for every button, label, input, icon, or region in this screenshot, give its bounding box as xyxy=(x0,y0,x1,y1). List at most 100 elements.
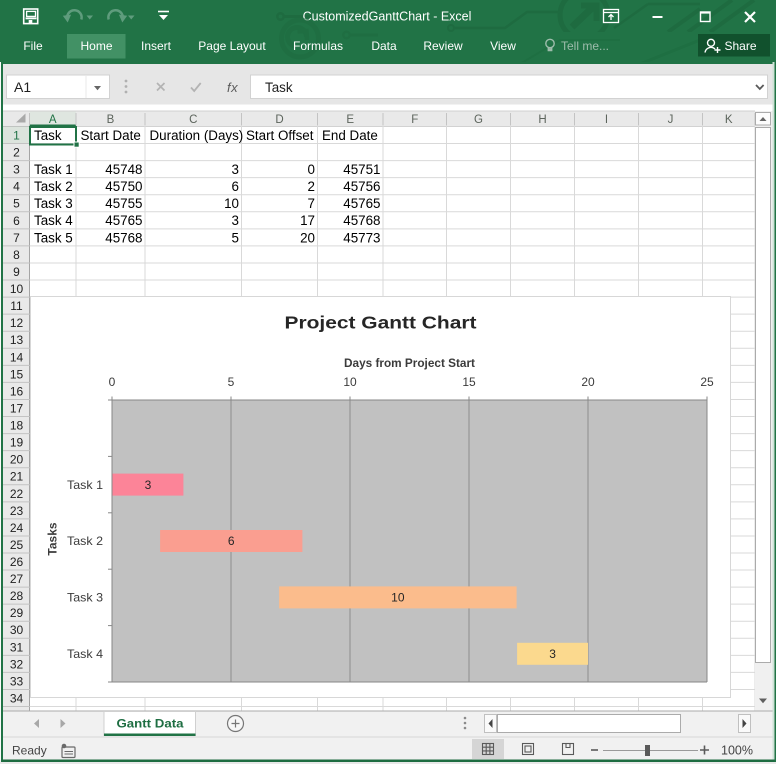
svg-text:6: 6 xyxy=(13,214,20,228)
svg-text:Task: Task xyxy=(265,80,293,95)
svg-text:B: B xyxy=(107,114,115,126)
svg-text:3: 3 xyxy=(13,163,20,177)
svg-text:C: C xyxy=(189,114,197,126)
svg-text:27: 27 xyxy=(10,572,24,586)
svg-text:File: File xyxy=(23,39,43,53)
svg-text:45748: 45748 xyxy=(105,162,142,177)
svg-text:6: 6 xyxy=(228,534,235,548)
svg-text:Gantt Data: Gantt Data xyxy=(117,717,184,731)
svg-text:2: 2 xyxy=(308,179,315,194)
svg-text:Task 3: Task 3 xyxy=(34,196,73,211)
svg-text:5: 5 xyxy=(13,197,20,211)
svg-text:9: 9 xyxy=(13,265,20,279)
svg-text:Review: Review xyxy=(423,39,463,53)
svg-text:4: 4 xyxy=(13,180,20,194)
svg-text:16: 16 xyxy=(10,384,24,398)
svg-text:11: 11 xyxy=(10,299,23,313)
svg-text:0: 0 xyxy=(308,162,315,177)
svg-text:3: 3 xyxy=(549,647,556,661)
svg-text:Formulas: Formulas xyxy=(293,39,343,53)
svg-text:21: 21 xyxy=(10,470,24,484)
svg-text:23: 23 xyxy=(10,504,24,518)
svg-text:I: I xyxy=(605,114,608,126)
svg-text:10: 10 xyxy=(391,591,405,605)
svg-text:28: 28 xyxy=(10,589,24,603)
svg-text:Task 4: Task 4 xyxy=(67,647,103,661)
svg-text:A: A xyxy=(49,114,57,126)
svg-text:31: 31 xyxy=(10,640,24,654)
svg-text:45751: 45751 xyxy=(343,162,380,177)
svg-text:45755: 45755 xyxy=(105,196,142,211)
svg-text:Home: Home xyxy=(80,39,112,53)
svg-text:Task 1: Task 1 xyxy=(67,478,103,492)
svg-text:5: 5 xyxy=(228,375,235,389)
svg-text:10: 10 xyxy=(10,282,24,296)
svg-text:45768: 45768 xyxy=(343,213,380,228)
svg-text:J: J xyxy=(668,114,674,126)
svg-text:fx: fx xyxy=(227,80,238,95)
svg-text:45773: 45773 xyxy=(343,230,380,245)
svg-text:Task 3: Task 3 xyxy=(67,591,103,605)
svg-text:Data: Data xyxy=(371,39,397,53)
svg-text:5: 5 xyxy=(232,230,239,245)
svg-text:G: G xyxy=(474,114,483,126)
svg-text:20: 20 xyxy=(581,375,595,389)
svg-text:View: View xyxy=(490,39,516,53)
svg-text:6: 6 xyxy=(232,179,239,194)
svg-text:Task 2: Task 2 xyxy=(67,534,103,548)
svg-text:26: 26 xyxy=(10,555,24,569)
svg-text:25: 25 xyxy=(10,538,24,552)
svg-text:0: 0 xyxy=(109,375,116,389)
svg-text:Share: Share xyxy=(725,39,757,53)
svg-text:3: 3 xyxy=(232,162,239,177)
svg-text:Tell me...: Tell me... xyxy=(561,39,609,53)
svg-text:2: 2 xyxy=(13,146,20,160)
svg-text:F: F xyxy=(411,114,418,126)
svg-text:13: 13 xyxy=(10,333,24,347)
svg-text:Start Date: Start Date xyxy=(81,128,141,143)
svg-text:K: K xyxy=(725,114,733,126)
svg-text:45768: 45768 xyxy=(105,230,142,245)
svg-text:Task: Task xyxy=(34,128,62,143)
svg-text:45756: 45756 xyxy=(343,179,380,194)
svg-text:3: 3 xyxy=(145,478,152,492)
svg-text:20: 20 xyxy=(300,230,315,245)
svg-text:Task 5: Task 5 xyxy=(34,230,73,245)
svg-text:8: 8 xyxy=(13,248,20,262)
svg-text:Page Layout: Page Layout xyxy=(198,39,266,53)
svg-text:Task 2: Task 2 xyxy=(34,179,73,194)
svg-text:Duration (Days): Duration (Days) xyxy=(150,128,244,143)
svg-text:10: 10 xyxy=(224,196,239,211)
svg-text:33: 33 xyxy=(10,674,24,688)
svg-text:CustomizedGanttChart - Excel: CustomizedGanttChart - Excel xyxy=(303,10,472,24)
svg-text:15: 15 xyxy=(10,367,24,381)
svg-text:19: 19 xyxy=(10,436,24,450)
svg-text:Ready: Ready xyxy=(12,744,47,758)
svg-text:45765: 45765 xyxy=(343,196,380,211)
svg-text:12: 12 xyxy=(10,316,24,330)
svg-text:A1: A1 xyxy=(14,79,31,95)
svg-text:24: 24 xyxy=(10,521,24,535)
svg-text:Insert: Insert xyxy=(141,39,172,53)
svg-text:30: 30 xyxy=(10,623,24,637)
svg-text:15: 15 xyxy=(462,375,476,389)
svg-text:Tasks: Tasks xyxy=(46,522,60,555)
svg-text:17: 17 xyxy=(300,213,315,228)
svg-text:7: 7 xyxy=(13,231,20,245)
svg-text:Task 1: Task 1 xyxy=(34,162,73,177)
svg-text:29: 29 xyxy=(10,606,24,620)
svg-text:100%: 100% xyxy=(721,744,753,758)
svg-text:34: 34 xyxy=(10,691,24,705)
svg-text:1: 1 xyxy=(13,129,20,143)
svg-text:Task 4: Task 4 xyxy=(34,213,73,228)
svg-text:32: 32 xyxy=(10,657,24,671)
svg-text:22: 22 xyxy=(10,487,24,501)
svg-text:45765: 45765 xyxy=(105,213,142,228)
svg-text:14: 14 xyxy=(10,350,24,364)
svg-text:25: 25 xyxy=(700,375,714,389)
svg-text:Days from Project Start: Days from Project Start xyxy=(344,356,475,370)
svg-text:End Date: End Date xyxy=(322,128,378,143)
svg-text:10: 10 xyxy=(343,375,357,389)
svg-text:D: D xyxy=(275,114,283,126)
svg-text:7: 7 xyxy=(308,196,315,211)
